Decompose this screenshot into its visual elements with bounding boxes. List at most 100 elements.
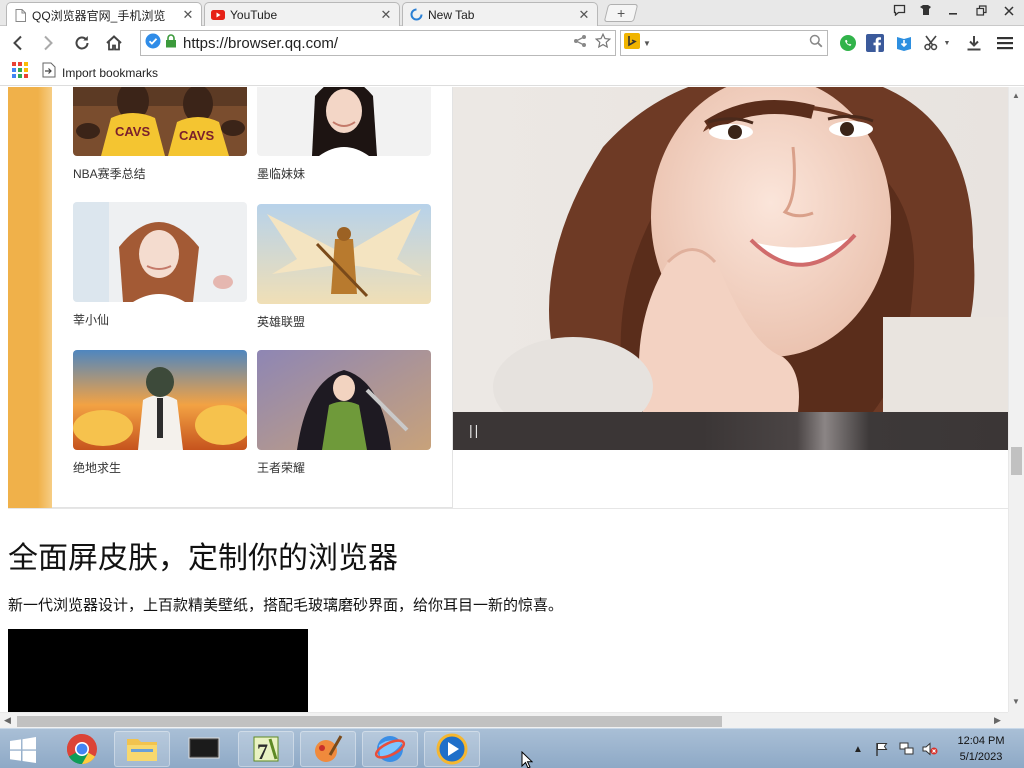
system-clock[interactable]: 12:04 PM 5/1/2023 xyxy=(946,733,1016,765)
card-thumbnail: CAVS CAVS xyxy=(73,87,247,156)
card-lol[interactable]: 英雄联盟 xyxy=(257,204,431,330)
svg-text:CAVS: CAVS xyxy=(179,128,214,143)
section-description: 新一代浏览器设计，上百款精美壁纸，搭配毛玻璃磨砂界面，给你耳目一新的惊喜。 xyxy=(8,596,564,614)
reload-button[interactable] xyxy=(70,31,94,55)
minimize-button[interactable] xyxy=(942,3,964,21)
card-wangzhe[interactable]: 王者荣耀 xyxy=(257,350,431,476)
card-caption: 墨临妹妹 xyxy=(257,167,306,181)
home-button[interactable] xyxy=(102,31,126,55)
whatsapp-icon[interactable] xyxy=(838,33,858,53)
restore-button[interactable] xyxy=(970,3,992,21)
back-button[interactable] xyxy=(6,31,30,55)
card-xinxiaoxian[interactable]: 莘小仙 xyxy=(73,202,247,328)
star-icon[interactable] xyxy=(594,32,612,54)
tab-title: New Tab xyxy=(428,7,475,22)
hero-slider-bar: || xyxy=(453,412,1008,450)
scroll-left-arrow-icon[interactable]: ◀ xyxy=(4,715,11,726)
video-placeholder[interactable] xyxy=(8,629,308,712)
search-box[interactable]: ▼ xyxy=(620,30,828,56)
card-caption: 莘小仙 xyxy=(73,313,110,327)
taskbar-qq-browser[interactable] xyxy=(362,731,418,767)
close-icon[interactable]: ✕ xyxy=(181,8,195,22)
card-thumbnail xyxy=(73,202,247,302)
scroll-right-arrow-icon[interactable]: ▶ xyxy=(994,715,1001,726)
tab-new-tab[interactable]: New Tab ✕ xyxy=(402,2,598,26)
volume-muted-icon[interactable] xyxy=(922,741,938,757)
search-icon[interactable] xyxy=(809,34,823,53)
forward-button[interactable] xyxy=(36,31,60,55)
menu-icon[interactable] xyxy=(995,33,1015,53)
tab-title: QQ浏览器官网_手机浏览 xyxy=(32,8,166,23)
import-icon[interactable] xyxy=(42,62,56,83)
mouse-cursor-icon xyxy=(521,750,534,768)
monitor-icon xyxy=(188,737,220,759)
download-icon[interactable] xyxy=(964,33,984,53)
taskbar-file-explorer[interactable] xyxy=(114,731,170,767)
section-headline: 全面屏皮肤，定制你的浏览器 xyxy=(8,541,398,576)
divider xyxy=(8,508,1008,509)
scroll-down-arrow-icon[interactable]: ▼ xyxy=(1012,697,1020,706)
facebook-icon[interactable] xyxy=(865,33,885,53)
accent-bar xyxy=(8,87,52,508)
address-bar[interactable]: https://browser.qq.com/ xyxy=(140,30,616,56)
verified-icon xyxy=(145,33,161,54)
tab-youtube[interactable]: YouTube ✕ xyxy=(204,2,400,26)
card-caption: NBA赛季总结 xyxy=(73,167,146,181)
card-thumbnail xyxy=(257,204,431,304)
close-icon[interactable]: ✕ xyxy=(379,7,393,22)
taskbar-7zip[interactable]: 7 xyxy=(238,731,294,767)
action-center-flag-icon[interactable] xyxy=(874,741,890,757)
media-player-icon xyxy=(436,733,468,765)
7zip-icon: 7 xyxy=(253,736,279,764)
show-hidden-icons-icon[interactable]: ▲ xyxy=(850,741,866,757)
card-thumbnail xyxy=(257,87,431,156)
scissors-icon[interactable] xyxy=(922,33,942,53)
skin-icon[interactable] xyxy=(914,3,936,21)
tab-title: YouTube xyxy=(230,7,278,22)
new-tab-button[interactable]: + xyxy=(603,4,639,22)
card-thumbnail xyxy=(73,350,247,450)
feedback-icon[interactable] xyxy=(888,3,910,21)
horizontal-scrollbar[interactable]: ◀ ▶ xyxy=(0,712,1008,728)
card-nba[interactable]: CAVS CAVS NBA赛季总结 xyxy=(73,87,247,182)
card-pubg[interactable]: 绝地求生 xyxy=(73,350,247,476)
clock-date: 5/1/2023 xyxy=(959,751,1003,763)
url-text[interactable]: https://browser.qq.com/ xyxy=(183,35,573,52)
taskbar-chrome[interactable] xyxy=(54,731,110,767)
clock-time: 12:04 PM xyxy=(957,735,1005,747)
card-caption: 英雄联盟 xyxy=(257,315,306,329)
vertical-scrollbar[interactable]: ▲ ▼ xyxy=(1008,87,1024,712)
page-icon xyxy=(13,8,27,22)
scrollbar-corner xyxy=(1008,712,1024,728)
folder-icon xyxy=(127,739,157,761)
start-button[interactable] xyxy=(6,735,40,765)
tab-qq-browser[interactable]: QQ浏览器官网_手机浏览 ✕ xyxy=(6,2,202,27)
toolbar: https://browser.qq.com/ ▼ ▼ xyxy=(0,26,1024,60)
bing-icon[interactable] xyxy=(624,32,640,54)
import-bookmarks-link[interactable]: Import bookmarks xyxy=(62,66,158,80)
chevron-down-icon[interactable]: ▼ xyxy=(643,39,651,48)
taskbar-desktop[interactable] xyxy=(176,731,232,767)
scroll-thumb[interactable] xyxy=(1011,447,1022,475)
card-momei[interactable]: 墨临妹妹 xyxy=(257,87,431,182)
scroll-up-arrow-icon[interactable]: ▲ xyxy=(1012,91,1020,100)
taskbar-paint[interactable] xyxy=(300,731,356,767)
youtube-icon xyxy=(211,8,225,22)
chevron-down-icon[interactable]: ▼ xyxy=(942,33,952,53)
svg-text:CAVS: CAVS xyxy=(115,124,150,139)
taskbar-media-player[interactable] xyxy=(424,731,480,767)
close-window-button[interactable] xyxy=(998,3,1020,21)
qq-browser-icon xyxy=(374,736,406,762)
chrome-icon xyxy=(66,734,97,764)
scroll-thumb[interactable] xyxy=(17,716,722,727)
close-icon[interactable]: ✕ xyxy=(577,7,591,22)
hero-banner-image[interactable] xyxy=(453,87,1008,412)
share-icon[interactable] xyxy=(573,34,587,53)
pause-button[interactable]: || xyxy=(469,422,480,438)
download-helper-icon[interactable] xyxy=(894,33,914,53)
page-content: CAVS CAVS NBA赛季总结 墨临妹妹 莘小仙 英雄联盟 绝地求生 王者荣… xyxy=(0,87,1008,712)
bookmark-bar: Import bookmarks xyxy=(0,60,1024,86)
network-icon[interactable] xyxy=(898,741,914,757)
apps-icon[interactable] xyxy=(12,62,28,83)
card-thumbnail xyxy=(257,350,431,450)
